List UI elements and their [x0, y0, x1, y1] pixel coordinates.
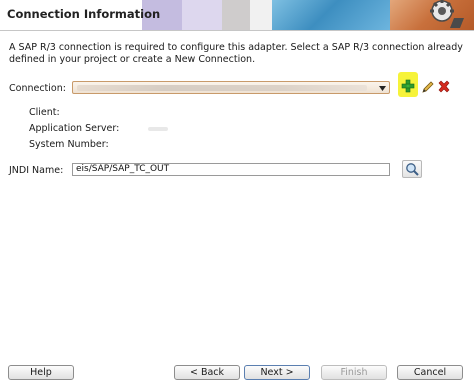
intro-text: A SAP R/3 connection is required to conf… — [9, 42, 463, 65]
banner-band — [182, 0, 222, 30]
banner-band — [272, 0, 390, 30]
obscured-value — [77, 85, 367, 91]
back-button[interactable]: < Back — [174, 365, 240, 380]
finish-button[interactable]: Finish — [321, 365, 387, 380]
edit-pencil-icon[interactable] — [421, 80, 435, 94]
chevron-down-icon[interactable] — [378, 84, 387, 92]
jndi-name-label: JNDI Name: — [9, 165, 64, 176]
client-label: Client: — [29, 107, 60, 118]
add-icon[interactable] — [401, 79, 415, 93]
banner-band — [250, 0, 272, 30]
delete-icon[interactable] — [437, 80, 451, 94]
cancel-button[interactable]: Cancel — [397, 365, 463, 380]
search-icon — [406, 163, 419, 176]
help-button[interactable]: Help — [8, 365, 74, 380]
jndi-name-input[interactable]: eis/SAP/SAP_TC_OUT — [72, 163, 390, 176]
connection-dropdown[interactable] — [72, 81, 390, 94]
obscured-value — [148, 127, 168, 131]
system-number-label: System Number: — [29, 139, 109, 150]
header-banner: Connection Information — [0, 0, 474, 31]
gear-icon — [430, 0, 464, 28]
connection-label: Connection: — [9, 83, 66, 94]
next-button[interactable]: Next > — [244, 365, 310, 380]
banner-band — [222, 0, 250, 30]
page-title: Connection Information — [7, 7, 161, 21]
app-server-label: Application Server: — [29, 123, 120, 134]
jndi-browse-button[interactable] — [402, 160, 422, 178]
